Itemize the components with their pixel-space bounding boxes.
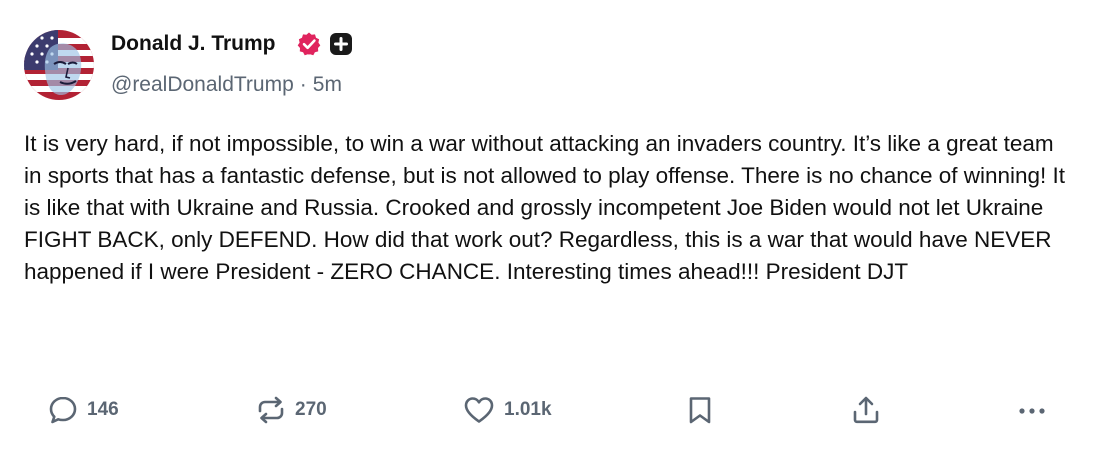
bookmark-button[interactable] (686, 388, 714, 432)
plus-badge-icon (330, 33, 352, 55)
repost-button[interactable]: 270 (255, 388, 327, 432)
share-button[interactable] (850, 388, 882, 432)
reply-icon (49, 396, 77, 424)
reply-count: 146 (87, 399, 119, 420)
repost-icon (258, 396, 284, 424)
post-time[interactable]: 5m (313, 73, 342, 96)
reply-button[interactable]: 146 (47, 388, 119, 432)
more-options-button[interactable] (1015, 388, 1049, 432)
post-card: Donald J. Trump @realDonaldTrump · 5m It i… (0, 0, 1101, 454)
display-name[interactable]: Donald J. Trump (111, 31, 276, 57)
like-count: 1.01k (504, 399, 552, 420)
handle-line: @realDonaldTrump · 5m (111, 72, 342, 98)
avatar[interactable] (24, 30, 94, 100)
repost-count: 270 (295, 399, 327, 420)
like-button[interactable]: 1.01k (462, 388, 552, 432)
verified-badge-icon (297, 32, 321, 56)
american-flag-face-avatar-icon (24, 30, 94, 100)
user-handle[interactable]: @realDonaldTrump (111, 73, 294, 96)
share-icon (853, 396, 879, 424)
action-bar: 146 270 1.01k (0, 388, 1101, 432)
handle-separator: · (299, 73, 307, 96)
post-text: It is very hard, if not impossible, to w… (24, 131, 1066, 284)
heart-icon (464, 397, 494, 423)
more-icon (1019, 408, 1045, 414)
bookmark-icon (689, 397, 711, 424)
